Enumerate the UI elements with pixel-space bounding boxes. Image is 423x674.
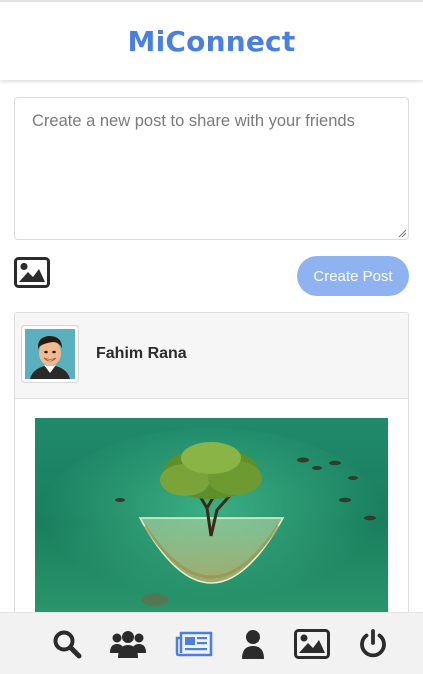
users-icon (110, 631, 146, 658)
resize-handle-icon[interactable] (398, 229, 406, 237)
add-image-button[interactable] (14, 257, 50, 288)
app-header: MiConnect (0, 0, 423, 80)
create-post-button[interactable]: Create Post (297, 256, 409, 296)
brand-title[interactable]: MiConnect (128, 25, 296, 58)
post-author[interactable]: Fahim Rana (96, 345, 187, 363)
new-post-input[interactable]: Create a new post to share with your fri… (14, 97, 409, 240)
user-icon (242, 630, 264, 659)
post-card: Fahim Rana (14, 312, 409, 632)
new-post-placeholder: Create a new post to share with your fri… (32, 112, 355, 130)
newspaper-icon (175, 631, 213, 657)
nav-photos[interactable] (292, 627, 332, 661)
nav-search[interactable] (47, 627, 87, 661)
nav-news-feed[interactable] (174, 627, 214, 661)
post-image[interactable] (35, 418, 388, 628)
search-icon (53, 630, 82, 659)
image-icon (294, 629, 330, 659)
avatar-icon (25, 329, 75, 379)
nav-logout[interactable] (353, 627, 393, 661)
image-icon (14, 257, 50, 288)
post-header: Fahim Rana (15, 313, 408, 399)
avatar[interactable] (21, 325, 79, 383)
power-icon (360, 629, 386, 658)
nav-profile[interactable] (233, 627, 273, 661)
bottom-nav (0, 612, 423, 674)
nav-friends[interactable] (108, 627, 148, 661)
